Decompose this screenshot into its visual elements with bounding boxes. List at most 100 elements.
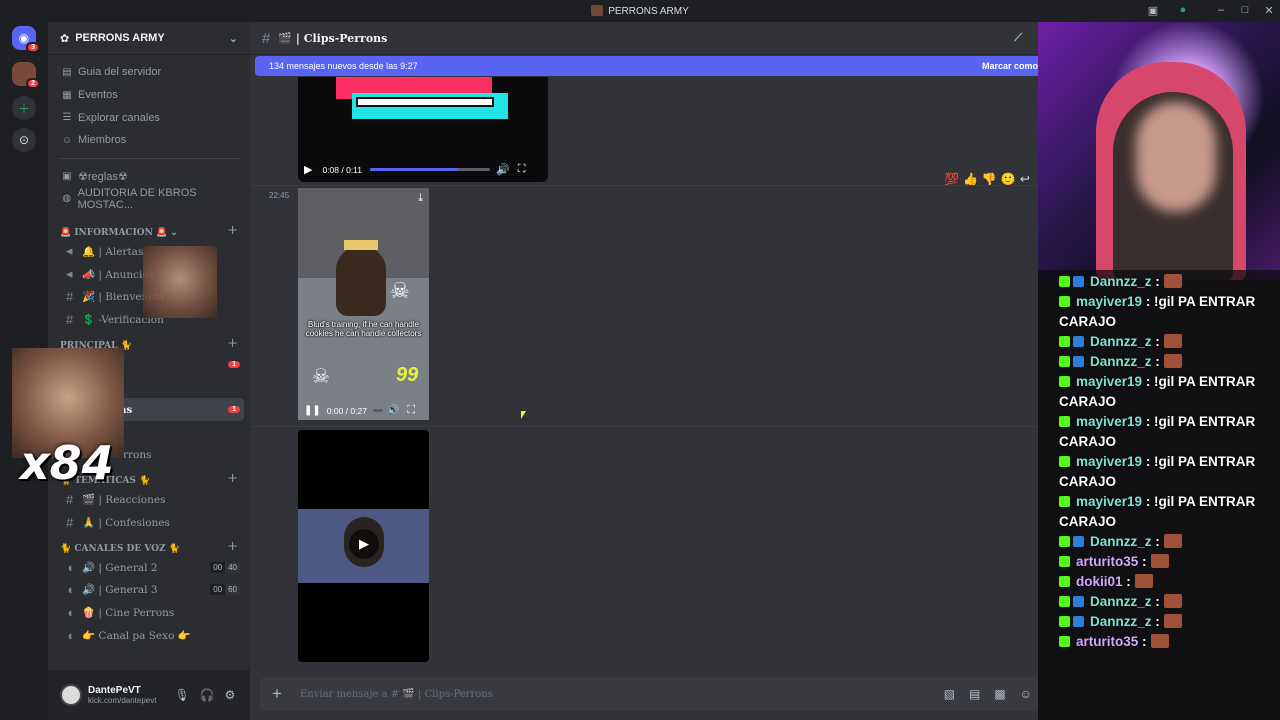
kick-badge-icon bbox=[1059, 556, 1070, 567]
kick-badge-icon bbox=[1059, 636, 1070, 647]
inbox-icon[interactable]: ▣ bbox=[1146, 4, 1160, 18]
chat-message: mayiver19 : !gil PA ENTRAR CARAJO bbox=[1038, 452, 1280, 492]
discord-home-icon[interactable]: ◉ 3 bbox=[12, 26, 40, 53]
nav-events[interactable]: ▦ Eventos bbox=[48, 84, 250, 107]
category-canales-de-voz[interactable]: 🐈 CANALES DE VOZ 🐈 + bbox=[48, 534, 250, 556]
server-icon bbox=[591, 5, 604, 16]
speaker-icon: ◖ bbox=[66, 559, 74, 575]
reply-icon[interactable]: ↩ bbox=[1020, 172, 1030, 186]
channel-rules[interactable]: ▣ ☢reglas☢ bbox=[48, 165, 250, 188]
add-channel-icon[interactable]: + bbox=[227, 223, 238, 238]
play-icon[interactable]: ▶ bbox=[304, 163, 312, 176]
add-channel-icon[interactable]: + bbox=[227, 471, 238, 486]
gear-icon[interactable]: ⚙ bbox=[225, 688, 236, 702]
download-icon[interactable]: ⤓ bbox=[418, 192, 423, 205]
channel-label: 🔊 | General 2 bbox=[82, 561, 158, 574]
audit-icon: ◍ bbox=[62, 193, 72, 205]
add-attachment-icon[interactable]: + bbox=[264, 684, 290, 704]
reaction-thumbsup-icon[interactable]: 👍 bbox=[963, 172, 978, 186]
reaction-thumbsdown-icon[interactable]: 👎 bbox=[982, 172, 997, 186]
avatar[interactable] bbox=[60, 684, 82, 706]
channel-audit[interactable]: ◍ AUDITORIA DE KBROS MOSTAC... bbox=[48, 186, 250, 211]
add-channel-icon[interactable]: + bbox=[227, 539, 238, 554]
sticker-icon[interactable]: ▩ bbox=[994, 687, 1005, 701]
chat-username: Dannzz_z bbox=[1090, 354, 1152, 369]
headphones-icon[interactable]: 🎧 bbox=[200, 688, 215, 702]
explore-icon[interactable]: ⊙ bbox=[12, 128, 36, 152]
nav-guide[interactable]: ▤ Guia del servidor bbox=[48, 61, 250, 84]
composer-placeholder[interactable]: Enviar mensaje a # 🎬 | Clips-Perrons bbox=[300, 689, 493, 700]
threads-icon[interactable]: ⟋ bbox=[1014, 32, 1022, 45]
volume-icon[interactable]: 🔊 bbox=[387, 405, 399, 416]
subscriber-badge-icon bbox=[1073, 276, 1084, 287]
chat-message: mayiver19 : !gil PA ENTRAR CARAJO bbox=[1038, 492, 1280, 532]
voice-cine-perrons[interactable]: ◖ 🍿 | Cine Perrons bbox=[54, 601, 244, 624]
channel-reacciones[interactable]: # 🎬 | Reacciones bbox=[54, 488, 244, 511]
category-informacion[interactable]: 🚨 INFORMACION 🚨 ⌄ + bbox=[48, 218, 250, 240]
chat-text: : bbox=[1138, 634, 1147, 649]
server-header[interactable]: ✿ PERRONS ARMY ⌄ bbox=[48, 22, 250, 55]
message-composer[interactable]: + Enviar mensaje a # 🎬 | Clips-Perrons ▧… bbox=[260, 677, 1038, 711]
home-badge: 3 bbox=[26, 42, 40, 53]
voice-general-2[interactable]: ◖ 🔊 | General 2 00 40 bbox=[54, 556, 244, 579]
user-info[interactable]: DantePeVT kick.com/dantepevt bbox=[88, 685, 156, 705]
kick-badge-icon bbox=[1059, 456, 1070, 467]
help-icon[interactable]: ● bbox=[1176, 4, 1190, 18]
minimize-button[interactable]: – bbox=[1214, 4, 1228, 18]
subscriber-badge-icon bbox=[1073, 536, 1084, 547]
window-titlebar: PERRONS ARMY ▣ ● – □ ✕ bbox=[0, 0, 1280, 22]
members-icon: ☺ bbox=[61, 134, 73, 146]
fullscreen-icon[interactable]: ⛶ bbox=[518, 163, 526, 176]
video-seekbar[interactable] bbox=[370, 168, 491, 171]
video-attachment-3[interactable]: ▶ bbox=[298, 430, 429, 662]
count-current: 00 bbox=[210, 561, 226, 573]
channel-label: AUDITORIA DE KBROS MOSTAC... bbox=[77, 186, 197, 211]
add-channel-icon[interactable]: + bbox=[227, 336, 238, 351]
subscriber-badge-icon bbox=[1073, 356, 1084, 367]
reaction-100-icon[interactable]: 💯 bbox=[944, 172, 959, 186]
video-attachment-1[interactable]: ▶ 0:08 / 0:11 🔊 ⛶ bbox=[298, 77, 548, 182]
speaker-icon: ◖ bbox=[66, 627, 74, 643]
pause-icon[interactable]: ❚❚ bbox=[304, 405, 321, 416]
voice-canal-pa-sexo[interactable]: ◖ 👉 Canal pa Sexo 👉 bbox=[54, 624, 244, 647]
chat-text: : bbox=[1151, 614, 1160, 629]
volume-icon[interactable]: 🔊 bbox=[496, 163, 510, 176]
user-panel: DantePeVT kick.com/dantepevt 🎙 🎧 ⚙ bbox=[48, 670, 250, 720]
fullscreen-icon[interactable]: ⛶ bbox=[407, 404, 415, 417]
channel-label: ☢reglas☢ bbox=[78, 170, 128, 183]
speaker-icon: ◖ bbox=[66, 582, 74, 598]
stream-overlay-counter: x84 bbox=[12, 348, 124, 490]
emoji-icon[interactable]: ☺ bbox=[1020, 687, 1032, 701]
chat-username: mayiver19 bbox=[1076, 414, 1143, 429]
play-icon[interactable]: ▶ bbox=[349, 529, 379, 559]
nav-members[interactable]: ☺ Miembros bbox=[48, 129, 250, 152]
microphone-icon[interactable]: 🎙 bbox=[174, 688, 189, 702]
close-button[interactable]: ✕ bbox=[1262, 4, 1276, 18]
mark-read-button[interactable]: Marcar como bbox=[982, 61, 1038, 71]
voice-general-3[interactable]: ◖ 🔊 | General 3 00 60 bbox=[54, 578, 244, 601]
count-limit: 40 bbox=[225, 561, 240, 573]
channel-confesiones[interactable]: # 🙏 | Confesiones bbox=[54, 511, 244, 534]
announce-icon: ◂ bbox=[66, 243, 73, 259]
chat-emote-icon bbox=[1163, 354, 1182, 368]
video-caption: Blud's training, if he can handle cookie… bbox=[305, 320, 422, 338]
channel-title: 🎬 | Clips-Perrons bbox=[278, 31, 388, 45]
maximize-button[interactable]: □ bbox=[1238, 4, 1252, 18]
video-seekbar[interactable] bbox=[372, 409, 383, 412]
perrons-army-server-icon[interactable]: 2 bbox=[12, 62, 40, 89]
channel-label: 👉 Canal pa Sexo 👉 bbox=[82, 629, 191, 642]
video-attachment-2[interactable]: ☠ Blud's training, if he can handle cook… bbox=[298, 188, 429, 420]
video-time: 0:08 / 0:11 bbox=[322, 164, 363, 175]
channel-label: 🎬 | Reacciones bbox=[82, 494, 166, 507]
chat-text: : bbox=[1151, 594, 1160, 609]
gif-icon[interactable]: ▤ bbox=[969, 687, 980, 701]
gift-icon[interactable]: ▧ bbox=[944, 687, 955, 701]
new-messages-bar[interactable]: 134 mensajes nuevos desde las 9:27 Marca… bbox=[255, 56, 1038, 76]
add-server-icon[interactable]: ＋ bbox=[12, 96, 36, 120]
category-label: 🐈 CANALES DE VOZ 🐈 bbox=[60, 543, 180, 554]
nav-explore[interactable]: ☰ Explorar canales bbox=[48, 106, 250, 129]
add-reaction-icon[interactable]: 🙂 bbox=[1001, 172, 1016, 186]
username: DantePeVT bbox=[88, 685, 141, 696]
chat-message: mayiver19 : !gil PA ENTRAR CARAJO bbox=[1038, 372, 1280, 412]
chat-message: Dannzz_z : bbox=[1038, 352, 1280, 372]
